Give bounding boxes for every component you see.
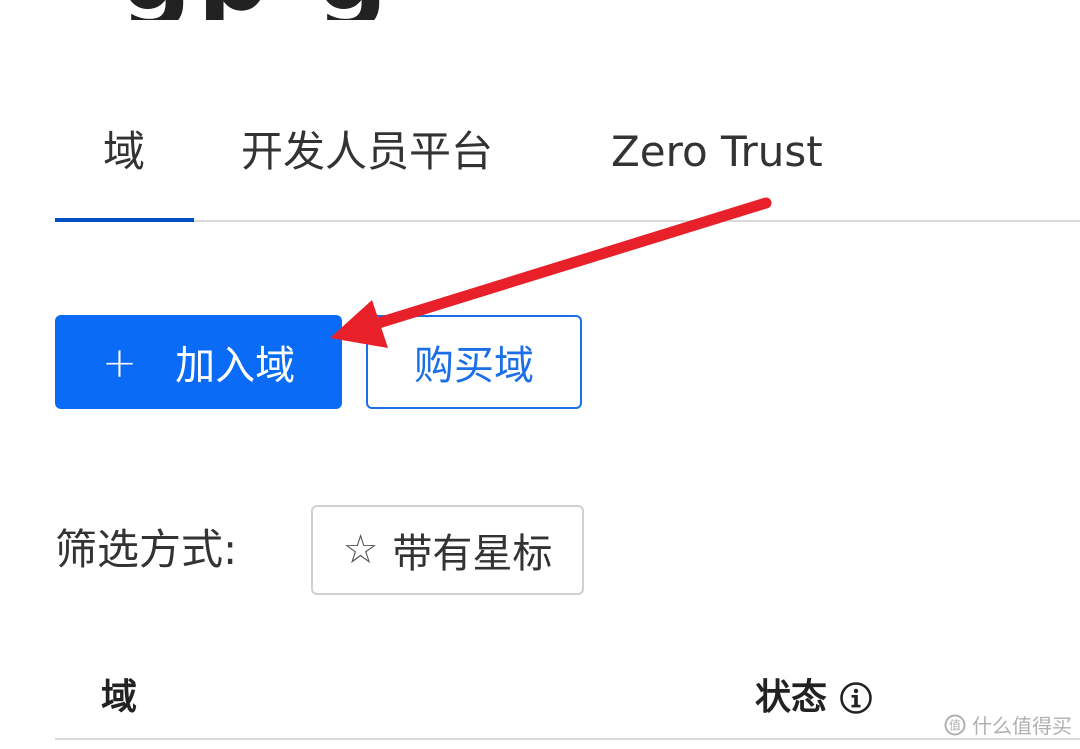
info-circle-icon[interactable] — [839, 681, 873, 715]
add-domain-label: 加入域 — [175, 343, 296, 389]
cropped-page-heading: gp g — [120, 0, 840, 20]
column-header-status[interactable]: 状态 — [755, 674, 873, 722]
watermark-logo-icon: 值 — [944, 714, 966, 735]
plus-icon: + — [101, 337, 138, 387]
column-header-domain[interactable]: 域 — [101, 674, 137, 722]
watermark: 值 什么值得买 — [944, 710, 1072, 739]
starred-filter-chip[interactable]: ☆ 带有星标 — [311, 505, 584, 595]
add-domain-button[interactable]: + 加入域 — [55, 315, 342, 409]
tab-zero-trust[interactable]: Zero Trust — [611, 124, 823, 180]
tab-domain[interactable]: 域 — [103, 124, 145, 180]
filter-label: 筛选方式: — [55, 525, 238, 574]
buy-domain-label: 购买域 — [414, 343, 534, 389]
starred-filter-label: 带有星标 — [392, 531, 553, 577]
column-header-status-label: 状态 — [755, 677, 828, 718]
buy-domain-button[interactable]: 购买域 — [366, 315, 582, 409]
tab-bar: 域 开发人员平台 Zero Trust — [55, 100, 1080, 222]
star-outline-icon: ☆ — [342, 527, 379, 573]
domain-table-header: 域 状态 — [55, 660, 1080, 740]
active-tab-indicator — [55, 218, 194, 222]
watermark-text: 什么值得买 — [972, 714, 1072, 738]
tab-developer-platform[interactable]: 开发人员平台 — [241, 124, 493, 180]
svg-text:值: 值 — [949, 717, 961, 732]
